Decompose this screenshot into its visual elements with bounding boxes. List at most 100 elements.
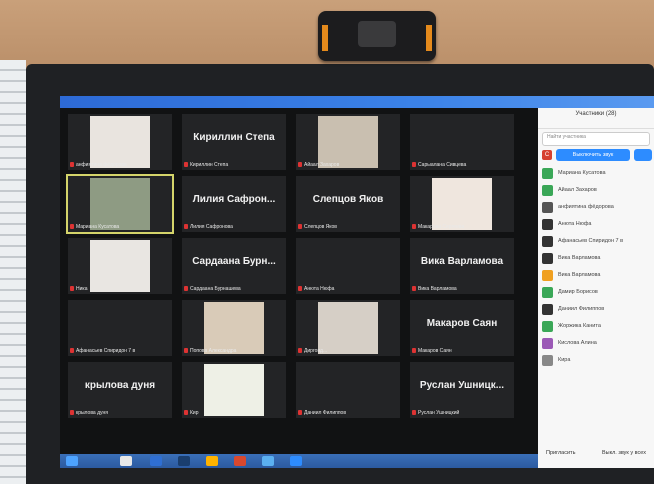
participant-row[interactable]: Анюта Нюфа: [538, 216, 654, 233]
mic-muted-icon: [70, 348, 74, 354]
avatar: [542, 355, 553, 366]
tile-caption: Ника: [70, 286, 87, 292]
participant-video: [318, 302, 378, 354]
video-tile[interactable]: Мариана Кусатова: [66, 174, 174, 234]
taskbar: [60, 454, 538, 468]
mic-muted-icon: [70, 162, 74, 168]
participant-row[interactable]: Кислова Алина: [538, 335, 654, 352]
mute-button[interactable]: Выключить звук: [556, 149, 630, 161]
video-tile[interactable]: Попова Александра: [182, 300, 286, 356]
mic-muted-icon: [184, 348, 188, 354]
photoshop-icon[interactable]: [178, 456, 190, 466]
video-tile[interactable]: Кириллин Степа Кириллин Степа: [182, 114, 286, 170]
app-icon[interactable]: [262, 456, 274, 466]
panel-title: Участники (28): [538, 108, 654, 129]
video-tile[interactable]: Лилия Сафрон... Лилия Сафронова: [182, 176, 286, 232]
tile-caption: Попова Александра: [184, 348, 236, 354]
mic-muted-icon: [184, 224, 188, 230]
video-tile[interactable]: Сарыалана Сивцева: [410, 114, 514, 170]
mute-all-button[interactable]: Выкл. звук у всех: [602, 450, 646, 456]
participant-name: Мариана Кусатова: [558, 170, 606, 176]
tile-display-name: крылова дуня: [84, 380, 156, 391]
participant-row[interactable]: Кира: [538, 352, 654, 369]
avatar: [542, 287, 553, 298]
webcam: [318, 11, 436, 61]
browser-icon[interactable]: [150, 456, 162, 466]
participant-row[interactable]: Афанасьев Спиридон 7 в: [538, 233, 654, 250]
mic-muted-icon: [412, 348, 416, 354]
gallery-grid: анфиятина фёдорова Кириллин Степа Кириллин…: [66, 114, 538, 444]
caption-text: Сардаана Бурнашева: [190, 286, 241, 292]
video-tile[interactable]: Афанасьев Спиридон 7 в: [68, 300, 172, 356]
tile-caption: Афанасьев Спиридон 7 в: [70, 348, 135, 354]
participant-row[interactable]: Вика Варламова: [538, 267, 654, 284]
caption-text: крылова дуня: [76, 410, 108, 416]
mic-muted-icon: [298, 286, 302, 292]
host-controls: С Выключить звук: [542, 149, 652, 163]
participant-row[interactable]: Жоржика Канита: [538, 318, 654, 335]
avatar: [542, 168, 553, 179]
tile-display-name: Макаров Саян: [426, 318, 498, 329]
participant-row[interactable]: Даниил Филиппов: [538, 301, 654, 318]
participant-name: Вика Варламова: [558, 272, 601, 278]
tile-caption: крылова дуня: [70, 410, 108, 416]
participant-row[interactable]: Айаал Захаров: [538, 182, 654, 199]
more-button[interactable]: [634, 149, 652, 161]
caption-text: Айаал Захаров: [304, 162, 340, 168]
mic-muted-icon: [298, 224, 302, 230]
caption-text: Сарыалана Сивцева: [418, 162, 467, 168]
tile-display-name: Кириллин Степа: [193, 132, 275, 143]
mic-muted-icon: [298, 410, 302, 416]
participant-row[interactable]: Вика Варламова: [538, 250, 654, 267]
participant-row[interactable]: Мариана Кусатова: [538, 165, 654, 182]
video-tile[interactable]: Кир: [182, 362, 286, 418]
participant-name: Даниил Филиппов: [558, 306, 605, 312]
tile-caption: Мариана Кусатова: [70, 224, 119, 230]
word-icon[interactable]: [120, 456, 132, 466]
video-tile[interactable]: Вика Варламова Вика Варламова: [410, 238, 514, 294]
tile-caption: анфиятина фёдорова: [70, 162, 127, 168]
folder-icon[interactable]: [206, 456, 218, 466]
participant-row[interactable]: анфиятина фёдорова: [538, 199, 654, 216]
caption-text: Попова Александра: [190, 348, 237, 354]
video-tile[interactable]: Ника: [68, 238, 172, 294]
video-tile[interactable]: Анюта Нюфа: [296, 238, 400, 294]
video-tile[interactable]: Макарова Сергеева: [410, 176, 514, 232]
video-tile[interactable]: Даниил Филиппов: [296, 362, 400, 418]
video-tile[interactable]: Руслан Ушницк... Руслан Ушницкий: [410, 362, 514, 418]
participant-name: анфиятина фёдорова: [558, 204, 614, 210]
chrome-icon[interactable]: [234, 456, 246, 466]
zoom-icon[interactable]: [290, 456, 302, 466]
tile-caption: Слепцов Яков: [298, 224, 337, 230]
video-tile[interactable]: анфиятина фёдорова: [68, 114, 172, 170]
caption-text: Дирговд...: [304, 348, 328, 354]
caption-text: Афанасьев Спиридон 7 в: [76, 348, 136, 354]
participant-row[interactable]: Дамир Борисов: [538, 284, 654, 301]
panel-footer: Пригласить Выкл. звук у всех: [538, 450, 654, 462]
participant-video: [204, 364, 264, 416]
video-tile[interactable]: крылова дуня крылова дуня: [68, 362, 172, 418]
tile-caption: Дирговд...: [298, 348, 327, 354]
video-tile[interactable]: Слепцов Яков Слепцов Яков: [296, 176, 400, 232]
participant-name: Жоржика Канита: [558, 323, 601, 329]
tile-caption: Сарыалана Сивцева: [412, 162, 466, 168]
video-tile[interactable]: Айаал Захаров: [296, 114, 400, 170]
start-icon[interactable]: [66, 456, 78, 466]
mic-muted-icon: [412, 410, 416, 416]
radiator: [0, 60, 26, 484]
window-titlebar: [60, 96, 654, 108]
search-input[interactable]: Найти участника: [542, 132, 650, 146]
video-tile[interactable]: Сардаана Бурн... Сардаана Бурнашева: [182, 238, 286, 294]
tile-caption: Сардаана Бурнашева: [184, 286, 241, 292]
tile-caption: Кириллин Степа: [184, 162, 228, 168]
caption-text: Слепцов Яков: [304, 224, 337, 230]
video-tile[interactable]: Макаров Саян Макаров Саян: [410, 300, 514, 356]
tile-display-name: Слепцов Яков: [312, 194, 384, 205]
tile-caption: Даниил Филиппов: [298, 410, 346, 416]
video-tile[interactable]: Дирговд...: [296, 300, 400, 356]
invite-button[interactable]: Пригласить: [546, 450, 575, 456]
avatar: [542, 219, 553, 230]
participant-name: Айаал Захаров: [558, 187, 597, 193]
participants-panel: Участники (28) Найти участника С Выключи…: [538, 108, 654, 468]
tile-caption: Лилия Сафронова: [184, 224, 233, 230]
